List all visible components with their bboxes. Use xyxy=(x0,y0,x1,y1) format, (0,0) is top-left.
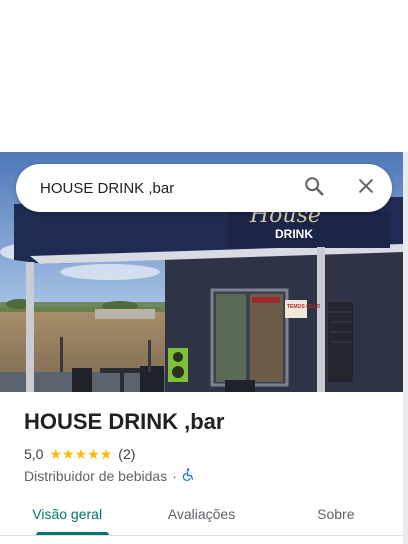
tab-divider xyxy=(0,535,403,536)
blank-header-area xyxy=(0,0,408,152)
place-info: HOUSE DRINK ,bar 5,0 ★ ★ ★ ★ ★ (2) Distr… xyxy=(24,405,394,487)
tab-about[interactable]: Sobre xyxy=(269,493,403,535)
poster-text: TEMOS GELO xyxy=(287,304,320,310)
rating-row[interactable]: 5,0 ★ ★ ★ ★ ★ (2) xyxy=(24,443,394,465)
category-row: Distribuidor de bebidas · xyxy=(24,465,394,487)
category-label: Distribuidor de bebidas xyxy=(24,468,168,484)
star-icon: ★ xyxy=(62,446,75,462)
sign-text: DRINK xyxy=(275,227,313,241)
wheelchair-icon[interactable] xyxy=(182,468,194,484)
search-input[interactable]: HOUSE DRINK ,bar xyxy=(16,180,294,197)
tab-overview[interactable]: Visão geral xyxy=(0,493,134,535)
tab-reviews[interactable]: Avaliações xyxy=(134,493,268,535)
close-button[interactable] xyxy=(346,168,386,208)
rating-value: 5,0 xyxy=(24,446,44,462)
search-bar[interactable]: HOUSE DRINK ,bar xyxy=(16,164,392,212)
star-icon: ★ xyxy=(87,446,100,462)
star-icon: ★ xyxy=(49,446,63,462)
separator-dot: · xyxy=(172,468,177,484)
place-title: HOUSE DRINK ,bar xyxy=(24,409,225,434)
star-icon: ★ xyxy=(74,446,88,462)
scrollbar-track[interactable] xyxy=(403,152,408,544)
search-icon xyxy=(303,175,325,202)
star-icon: ★ xyxy=(99,446,113,462)
close-icon xyxy=(356,176,376,201)
search-button[interactable] xyxy=(294,168,334,208)
star-rating: ★ ★ ★ ★ ★ xyxy=(49,447,112,461)
review-count-link[interactable]: (2) xyxy=(118,446,135,462)
